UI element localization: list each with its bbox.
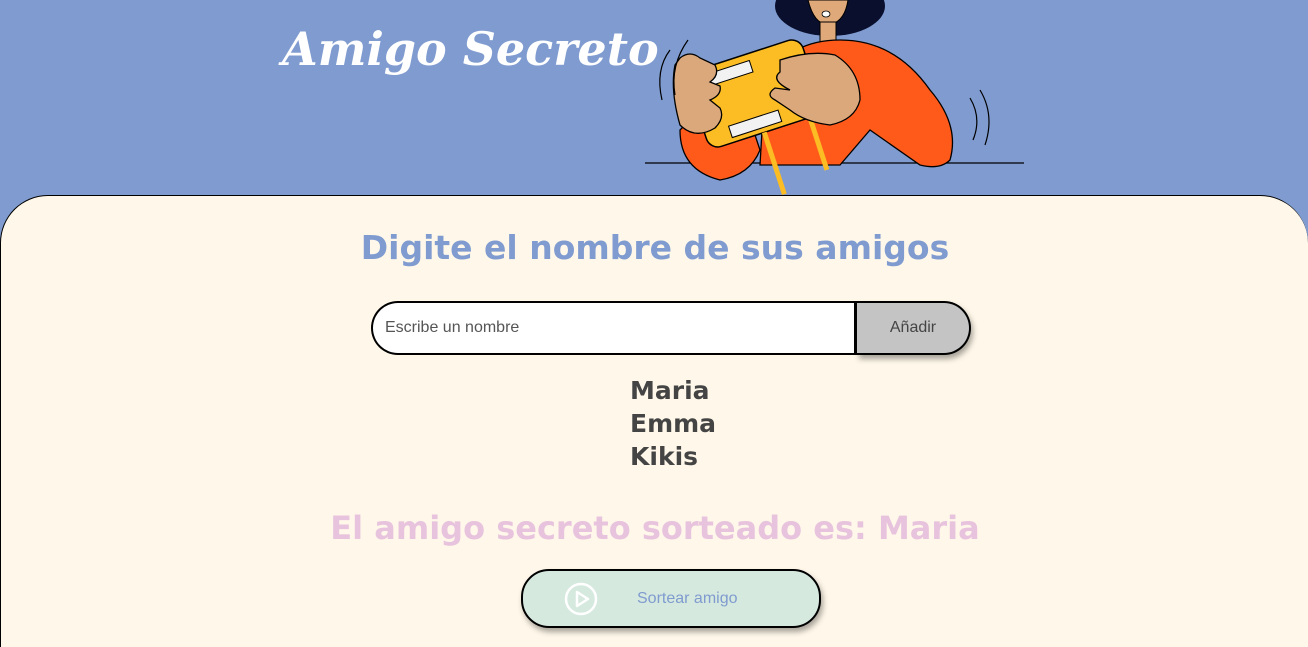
list-item: Maria xyxy=(630,376,710,405)
play-circle-icon xyxy=(564,582,598,616)
add-friend-form: Añadir xyxy=(371,301,971,355)
main-panel: Digite el nombre de sus amigos Añadir Ma… xyxy=(0,195,1308,647)
list-item: Emma xyxy=(630,409,717,438)
person-with-gift-icon xyxy=(645,0,1024,196)
app-title: Amigo Secreto xyxy=(282,22,659,76)
draw-button-label: Sortear amigo xyxy=(637,590,738,607)
header-banner: Amigo Secreto xyxy=(0,0,1308,200)
draw-result: El amigo secreto sorteado es: Maria xyxy=(330,509,980,547)
page: Amigo Secreto Digite el nombre de sus am… xyxy=(0,0,1308,647)
section-title: Digite el nombre de sus amigos xyxy=(360,228,950,267)
add-button[interactable]: Añadir xyxy=(857,301,971,355)
name-input[interactable] xyxy=(371,301,857,355)
friends-list: Maria Emma Kikis xyxy=(630,374,716,473)
list-item: Kikis xyxy=(630,442,699,471)
draw-friend-button[interactable]: Sortear amigo xyxy=(521,569,821,628)
